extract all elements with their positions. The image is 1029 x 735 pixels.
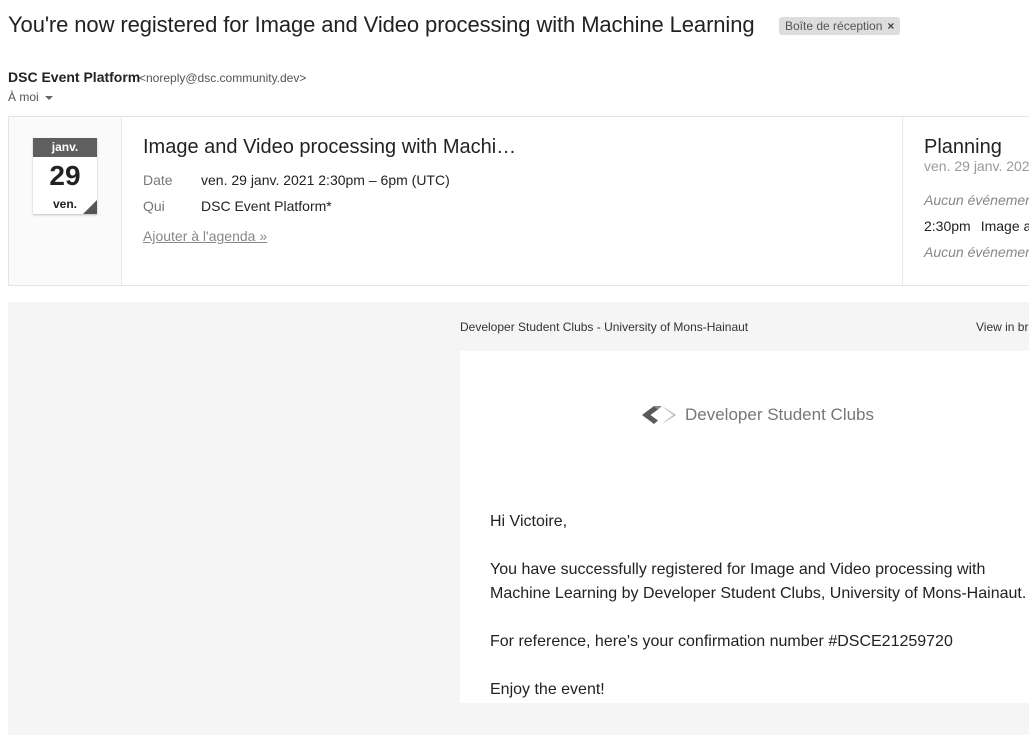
view-in-browser-link[interactable]: View in br <box>976 320 1028 334</box>
page-fold-icon <box>83 200 97 214</box>
sender-name: DSC Event Platform <box>8 69 141 85</box>
planning-no-event-after: Aucun événemen <box>924 244 1029 260</box>
calendar-date-icon: janv. 29 ven. <box>33 138 97 214</box>
inbox-label-text: Boîte de réception <box>785 19 883 33</box>
caret-down-icon <box>44 95 53 100</box>
planning-no-event-before: Aucun événemen <box>924 192 1029 208</box>
recipient-details-toggle[interactable]: À moi <box>8 90 53 104</box>
planning-event-time: 2:30pm <box>924 218 971 234</box>
date-label: Date <box>143 172 173 188</box>
greeting: Hi Victoire, <box>490 513 568 530</box>
who-value: DSC Event Platform* <box>201 198 332 214</box>
recipient-label: À moi <box>8 90 39 104</box>
confirmation-number: For reference, here's your confirmation … <box>490 633 953 650</box>
registration-line-1: You have successfully registered for Ima… <box>490 561 986 578</box>
planning-event-row[interactable]: 2:30pm Image a <box>924 218 1029 234</box>
add-to-calendar-link[interactable]: Ajouter à l'agenda » <box>143 228 267 244</box>
planning-date: ven. 29 janv. 202 <box>924 158 1029 174</box>
event-title: Image and Video processing with Machi… <box>143 136 517 158</box>
closing-line: Enjoy the event! <box>490 681 605 698</box>
calendar-month: janv. <box>33 138 97 157</box>
inbox-label-chip[interactable]: Boîte de réception × <box>779 17 901 35</box>
planning-event-name: Image a <box>980 218 1029 234</box>
remove-label-icon[interactable]: × <box>887 19 894 33</box>
registration-line-2: Machine Learning by Developer Student Cl… <box>490 585 1027 602</box>
planning-title: Planning <box>924 136 1002 158</box>
email-subject: You're now registered for Image and Vide… <box>8 12 755 37</box>
who-label: Qui <box>143 198 165 214</box>
dsc-logo-icon <box>642 406 676 424</box>
date-value: ven. 29 janv. 2021 2:30pm – 6pm (UTC) <box>201 172 450 188</box>
planning-divider <box>902 117 903 285</box>
calendar-day: 29 <box>49 160 81 191</box>
organizer-line: Developer Student Clubs - University of … <box>460 320 749 334</box>
logo-text: Developer Student Clubs <box>685 405 875 424</box>
sender-email: <noreply@dsc.community.dev> <box>139 71 307 85</box>
